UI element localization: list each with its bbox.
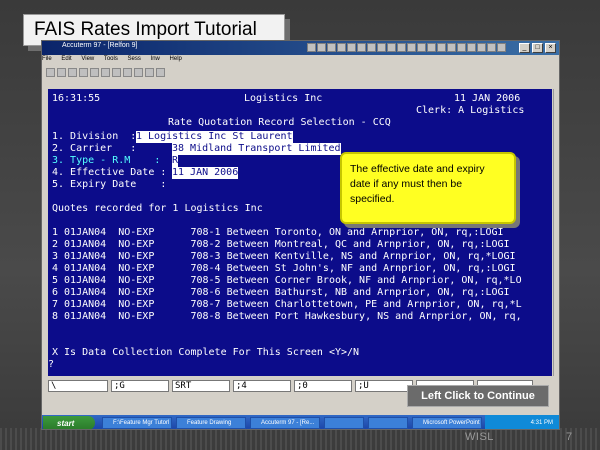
- field-value-division[interactable]: 1 Logistics Inc St Laurent: [136, 131, 293, 143]
- input-prompt[interactable]: ?: [48, 359, 54, 371]
- menu-sess[interactable]: Sess: [128, 56, 141, 62]
- terminal-clerk: Clerk: A Logistics: [416, 105, 525, 116]
- titlebar-icon-group: [307, 43, 506, 52]
- taskbar-item[interactable]: Accuterm 97 - [Re...: [250, 417, 320, 429]
- menu-inw[interactable]: Inw: [151, 56, 160, 62]
- function-key[interactable]: ;G: [111, 380, 169, 392]
- tutorial-callout: The effective date and expiry date if an…: [340, 152, 516, 224]
- toolbar-icon[interactable]: [447, 43, 456, 52]
- function-key[interactable]: ;4: [233, 380, 291, 392]
- menu-view[interactable]: View: [81, 56, 94, 62]
- field-label-expiry-date: 5. Expiry Date :: [52, 179, 167, 190]
- open-icon[interactable]: [57, 68, 66, 77]
- taskbar-item[interactable]: [324, 417, 364, 429]
- quote-row[interactable]: 5 01JAN04 NO-EXP 708-5 Between Corner Br…: [52, 275, 522, 287]
- close-button[interactable]: ×: [545, 43, 556, 53]
- connect-icon[interactable]: [123, 68, 132, 77]
- toolbar-icon[interactable]: [397, 43, 406, 52]
- field-label-effective-date: 4. Effective Date :: [52, 167, 167, 178]
- toolbar-icon[interactable]: [467, 43, 476, 52]
- paste-icon[interactable]: [112, 68, 121, 77]
- function-key[interactable]: \: [48, 380, 108, 392]
- maximize-button[interactable]: □: [532, 43, 543, 53]
- new-icon[interactable]: [46, 68, 55, 77]
- slide-footer-stripe: [0, 428, 600, 450]
- field-value-carrier[interactable]: 38 Midland Transport Limited: [172, 143, 341, 155]
- function-key[interactable]: SRT: [172, 380, 230, 392]
- terminal-date: 11 JAN 2006: [454, 93, 521, 104]
- terminal-screen[interactable]: 16:31:55 Logistics Inc 11 JAN 2006 Clerk…: [48, 89, 552, 376]
- window-title: Accuterm 97 - [Relfon 9]: [62, 42, 138, 49]
- taskbar-item[interactable]: [368, 417, 408, 429]
- toolbar-icon[interactable]: [317, 43, 326, 52]
- toolbar-icon[interactable]: [407, 43, 416, 52]
- page-number: 7: [566, 431, 573, 443]
- clock: 4:31 PM: [530, 420, 553, 426]
- help-icon[interactable]: [156, 68, 165, 77]
- quote-row[interactable]: 3 01JAN04 NO-EXP 708-3 Between Kentville…: [52, 251, 516, 263]
- toolbar-icon[interactable]: [387, 43, 396, 52]
- toolbar-icon[interactable]: [417, 43, 426, 52]
- field-value-effective-date[interactable]: 11 JAN 2006: [172, 167, 239, 179]
- function-key[interactable]: ;U: [355, 380, 413, 392]
- quote-row[interactable]: 8 01JAN04 NO-EXP 708-8 Between Port Hawk…: [52, 311, 522, 323]
- toolbar-icon[interactable]: [497, 43, 506, 52]
- quote-row[interactable]: 4 01JAN04 NO-EXP 708-4 Between St John's…: [52, 263, 516, 275]
- quote-row[interactable]: 1 01JAN04 NO-EXP 708-1 Between Toronto, …: [52, 227, 504, 239]
- toolbar-icon[interactable]: [357, 43, 366, 52]
- menu-tools[interactable]: Tools: [104, 56, 118, 62]
- taskbar-item[interactable]: Feature Drawing: [176, 417, 246, 429]
- quotes-header: Quotes recorded for 1 Logistics Inc: [52, 203, 263, 214]
- completion-prompt: X Is Data Collection Complete For This S…: [52, 347, 360, 358]
- minimize-button[interactable]: _: [519, 43, 530, 53]
- cut-icon[interactable]: [90, 68, 99, 77]
- field-label-type: 3. Type - R.M :: [52, 155, 161, 166]
- screen-title: Rate Quotation Record Selection - CCQ: [168, 117, 391, 128]
- terminal-company: Logistics Inc: [244, 93, 323, 104]
- window-titlebar[interactable]: Accuterm 97 - [Relfon 9] _ □ ×: [42, 41, 559, 55]
- menubar: File Edit View Tools Sess Inw Help: [42, 56, 559, 66]
- menu-file[interactable]: File: [42, 56, 52, 62]
- toolbar-icon[interactable]: [377, 43, 386, 52]
- window-controls: _ □ ×: [519, 43, 556, 53]
- start-button[interactable]: start: [43, 416, 95, 429]
- settings-icon[interactable]: [145, 68, 154, 77]
- system-tray: 4:31 PM: [485, 415, 559, 429]
- toolbar-icon[interactable]: [477, 43, 486, 52]
- toolbar-icon[interactable]: [347, 43, 356, 52]
- menu-help[interactable]: Help: [170, 56, 182, 62]
- vertical-scrollbar[interactable]: [553, 89, 559, 376]
- toolbar-icon[interactable]: [327, 43, 336, 52]
- disconnect-icon[interactable]: [134, 68, 143, 77]
- toolbar: [42, 67, 559, 79]
- toolbar-icon[interactable]: [427, 43, 436, 52]
- terminal-time: 16:31:55: [52, 93, 101, 104]
- field-label-division: 1. Division :: [52, 131, 137, 142]
- taskbar-item[interactable]: Microsoft PowerPoint: [412, 417, 482, 429]
- toolbar-icon[interactable]: [457, 43, 466, 52]
- toolbar-icon[interactable]: [487, 43, 496, 52]
- toolbar-icon[interactable]: [307, 43, 316, 52]
- toolbar-icon[interactable]: [437, 43, 446, 52]
- continue-button[interactable]: Left Click to Continue: [407, 385, 549, 407]
- quote-row[interactable]: 6 01JAN04 NO-EXP 708-6 Between Bathurst,…: [52, 287, 510, 299]
- copy-icon[interactable]: [101, 68, 110, 77]
- terminal-window: Accuterm 97 - [Relfon 9] _ □ × File Edit…: [41, 40, 560, 430]
- quote-row[interactable]: 2 01JAN04 NO-EXP 708-2 Between Montreal,…: [52, 239, 510, 251]
- save-icon[interactable]: [68, 68, 77, 77]
- function-key[interactable]: ;0: [294, 380, 352, 392]
- toolbar-icon[interactable]: [337, 43, 346, 52]
- quote-row[interactable]: 7 01JAN04 NO-EXP 708-7 Between Charlotte…: [52, 299, 522, 311]
- footer-org: WISL: [465, 431, 494, 443]
- print-icon[interactable]: [79, 68, 88, 77]
- field-value-type[interactable]: R: [172, 155, 179, 167]
- field-label-carrier: 2. Carrier :: [52, 143, 137, 154]
- menu-edit[interactable]: Edit: [61, 56, 71, 62]
- toolbar-icon[interactable]: [367, 43, 376, 52]
- taskbar: start F:\Feature Mgr Tutorl Feature Draw…: [42, 415, 559, 429]
- taskbar-item[interactable]: F:\Feature Mgr Tutorl: [102, 417, 172, 429]
